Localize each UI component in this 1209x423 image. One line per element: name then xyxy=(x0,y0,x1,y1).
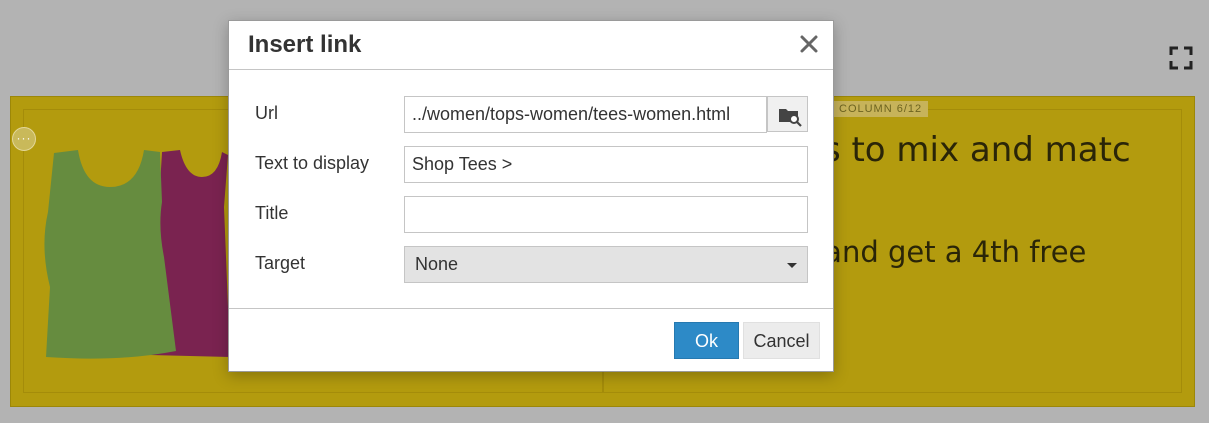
url-label: Url xyxy=(255,103,278,123)
text-to-display-field[interactable]: Shop Tees > xyxy=(404,146,808,183)
column-badge: COLUMN 6/12 xyxy=(833,101,929,117)
target-select[interactable]: None xyxy=(404,246,808,283)
dialog-footer: Ok Cancel xyxy=(229,308,833,371)
target-label: Target xyxy=(255,253,306,273)
close-icon[interactable] xyxy=(799,34,819,54)
more-options-icon[interactable]: ··· xyxy=(12,127,36,151)
caret-down-icon xyxy=(787,263,797,268)
folder-search-icon xyxy=(779,109,802,127)
title-label: Title xyxy=(255,203,289,223)
ok-button[interactable]: Ok xyxy=(674,322,739,359)
promo-headline: ays to mix and matc xyxy=(782,130,1131,170)
dialog-title: Insert link xyxy=(248,31,362,58)
url-field[interactable]: ../women/tops-women/tees-women.html xyxy=(404,96,767,133)
text-to-display-label: Text to display xyxy=(255,153,370,173)
fullscreen-icon[interactable] xyxy=(1169,46,1193,70)
dialog-header: Insert link xyxy=(229,21,833,70)
title-field[interactable] xyxy=(404,196,808,233)
browse-button[interactable] xyxy=(767,96,808,132)
target-select-value: None xyxy=(415,254,459,274)
insert-link-dialog: Insert link Url ../women/tops-women/tees… xyxy=(228,20,834,372)
tank-tops-image xyxy=(44,150,230,359)
cancel-button[interactable]: Cancel xyxy=(743,322,820,359)
